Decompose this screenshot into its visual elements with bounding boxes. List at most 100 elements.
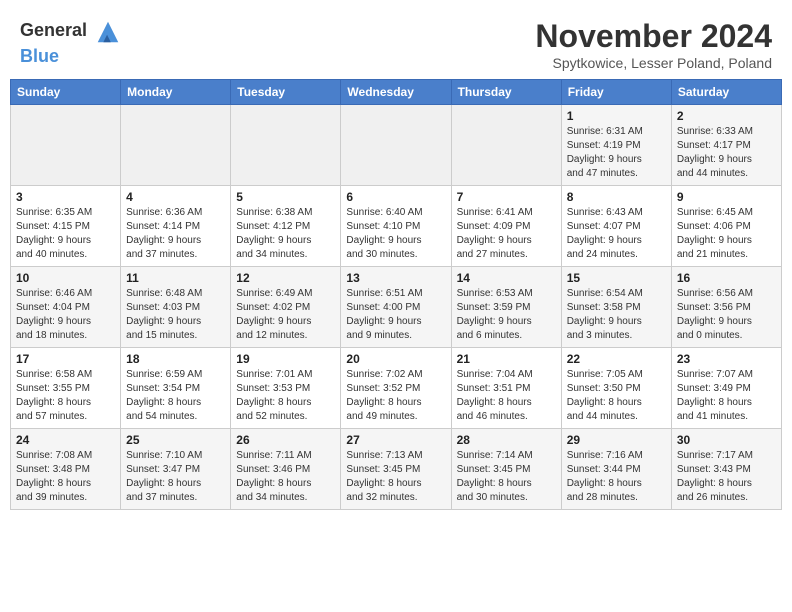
calendar-cell: 30Sunrise: 7:17 AM Sunset: 3:43 PM Dayli… [671,429,781,510]
day-number: 25 [126,433,225,447]
logo-blue: Blue [20,46,59,66]
day-info: Sunrise: 6:38 AM Sunset: 4:12 PM Dayligh… [236,206,335,262]
day-number: 29 [567,433,666,447]
day-info: Sunrise: 7:17 AM Sunset: 3:43 PM Dayligh… [677,449,776,505]
day-number: 12 [236,271,335,285]
day-number: 6 [346,190,445,204]
day-number: 19 [236,352,335,366]
logo: General Blue [20,18,122,67]
day-info: Sunrise: 7:04 AM Sunset: 3:51 PM Dayligh… [457,368,556,424]
logo-general: General [20,20,87,40]
day-number: 2 [677,109,776,123]
day-of-week-header: Friday [561,80,671,105]
calendar-cell: 27Sunrise: 7:13 AM Sunset: 3:45 PM Dayli… [341,429,451,510]
day-info: Sunrise: 6:58 AM Sunset: 3:55 PM Dayligh… [16,368,115,424]
calendar-cell: 16 Sunrise: 6:56 AM Sunset: 3:56 PM Dayli… [671,267,781,348]
day-number: 16 [677,271,776,285]
calendar-cell: 11 Sunrise: 6:48 AM Sunset: 4:03 PM Dayli… [121,267,231,348]
day-of-week-header: Monday [121,80,231,105]
day-number: 18 [126,352,225,366]
day-info: Sunrise: 6:31 AM Sunset: 4:19 PM Dayligh… [567,125,666,181]
day-number: 5 [236,190,335,204]
calendar-cell: 9Sunrise: 6:45 AM Sunset: 4:06 PM Daylig… [671,186,781,267]
day-number: 27 [346,433,445,447]
location-title: Spytkowice, Lesser Poland, Poland [535,55,772,71]
day-info: Sunrise: 6:59 AM Sunset: 3:54 PM Dayligh… [126,368,225,424]
title-area: November 2024 Spytkowice, Lesser Poland,… [535,18,772,71]
calendar-cell: 21 Sunrise: 7:04 AM Sunset: 3:51 PM Dayli… [451,348,561,429]
calendar-cell: 12 Sunrise: 6:49 AM Sunset: 4:02 PM Dayli… [231,267,341,348]
calendar-cell: 6Sunrise: 6:40 AM Sunset: 4:10 PM Daylig… [341,186,451,267]
calendar-cell [451,105,561,186]
day-info: Sunrise: 7:08 AM Sunset: 3:48 PM Dayligh… [16,449,115,505]
calendar-cell: 23 Sunrise: 7:07 AM Sunset: 3:49 PM Dayli… [671,348,781,429]
day-number: 7 [457,190,556,204]
day-info: Sunrise: 7:14 AM Sunset: 3:45 PM Dayligh… [457,449,556,505]
day-info: Sunrise: 6:48 AM Sunset: 4:03 PM Dayligh… [126,287,225,343]
day-info: Sunrise: 7:02 AM Sunset: 3:52 PM Dayligh… [346,368,445,424]
calendar-table: SundayMondayTuesdayWednesdayThursdayFrid… [10,79,782,510]
calendar-cell [341,105,451,186]
calendar-cell: 18 Sunrise: 6:59 AM Sunset: 3:54 PM Dayli… [121,348,231,429]
calendar-cell: 17 Sunrise: 6:58 AM Sunset: 3:55 PM Dayli… [11,348,121,429]
day-of-week-header: Thursday [451,80,561,105]
day-of-week-header: Sunday [11,80,121,105]
calendar-cell: 8Sunrise: 6:43 AM Sunset: 4:07 PM Daylig… [561,186,671,267]
day-number: 23 [677,352,776,366]
day-info: Sunrise: 6:49 AM Sunset: 4:02 PM Dayligh… [236,287,335,343]
day-info: Sunrise: 6:54 AM Sunset: 3:58 PM Dayligh… [567,287,666,343]
day-of-week-header: Saturday [671,80,781,105]
calendar-week-row: 24 Sunrise: 7:08 AM Sunset: 3:48 PM Dayli… [11,429,782,510]
calendar-week-row: 3Sunrise: 6:35 AM Sunset: 4:15 PM Daylig… [11,186,782,267]
day-number: 17 [16,352,115,366]
day-info: Sunrise: 7:16 AM Sunset: 3:44 PM Dayligh… [567,449,666,505]
day-number: 9 [677,190,776,204]
calendar-cell [121,105,231,186]
calendar-header-row: SundayMondayTuesdayWednesdayThursdayFrid… [11,80,782,105]
day-info: Sunrise: 6:43 AM Sunset: 4:07 PM Dayligh… [567,206,666,262]
day-info: Sunrise: 6:33 AM Sunset: 4:17 PM Dayligh… [677,125,776,181]
calendar-cell [231,105,341,186]
day-info: Sunrise: 6:56 AM Sunset: 3:56 PM Dayligh… [677,287,776,343]
day-info: Sunrise: 7:11 AM Sunset: 3:46 PM Dayligh… [236,449,335,505]
calendar-cell: 13 Sunrise: 6:51 AM Sunset: 4:00 PM Dayli… [341,267,451,348]
month-title: November 2024 [535,18,772,55]
day-of-week-header: Wednesday [341,80,451,105]
calendar-cell: 1 Sunrise: 6:31 AM Sunset: 4:19 PM Daylig… [561,105,671,186]
calendar-cell: 2 Sunrise: 6:33 AM Sunset: 4:17 PM Daylig… [671,105,781,186]
calendar-cell: 28 Sunrise: 7:14 AM Sunset: 3:45 PM Dayli… [451,429,561,510]
day-info: Sunrise: 7:07 AM Sunset: 3:49 PM Dayligh… [677,368,776,424]
day-number: 20 [346,352,445,366]
calendar-cell: 22 Sunrise: 7:05 AM Sunset: 3:50 PM Dayli… [561,348,671,429]
calendar-week-row: 10 Sunrise: 6:46 AM Sunset: 4:04 PM Dayli… [11,267,782,348]
day-number: 21 [457,352,556,366]
calendar-cell [11,105,121,186]
calendar-cell: 15Sunrise: 6:54 AM Sunset: 3:58 PM Dayli… [561,267,671,348]
day-number: 22 [567,352,666,366]
day-info: Sunrise: 6:53 AM Sunset: 3:59 PM Dayligh… [457,287,556,343]
day-number: 4 [126,190,225,204]
day-info: Sunrise: 7:01 AM Sunset: 3:53 PM Dayligh… [236,368,335,424]
day-number: 28 [457,433,556,447]
calendar-cell: 24 Sunrise: 7:08 AM Sunset: 3:48 PM Dayli… [11,429,121,510]
calendar-cell: 3Sunrise: 6:35 AM Sunset: 4:15 PM Daylig… [11,186,121,267]
calendar-cell: 14Sunrise: 6:53 AM Sunset: 3:59 PM Dayli… [451,267,561,348]
day-number: 11 [126,271,225,285]
calendar-cell: 19 Sunrise: 7:01 AM Sunset: 3:53 PM Dayli… [231,348,341,429]
calendar-cell: 20 Sunrise: 7:02 AM Sunset: 3:52 PM Dayli… [341,348,451,429]
day-number: 10 [16,271,115,285]
calendar-cell: 7Sunrise: 6:41 AM Sunset: 4:09 PM Daylig… [451,186,561,267]
calendar-cell: 10 Sunrise: 6:46 AM Sunset: 4:04 PM Dayli… [11,267,121,348]
day-info: Sunrise: 6:36 AM Sunset: 4:14 PM Dayligh… [126,206,225,262]
day-info: Sunrise: 6:35 AM Sunset: 4:15 PM Dayligh… [16,206,115,262]
day-info: Sunrise: 7:05 AM Sunset: 3:50 PM Dayligh… [567,368,666,424]
day-of-week-header: Tuesday [231,80,341,105]
calendar-cell: 25 Sunrise: 7:10 AM Sunset: 3:47 PM Dayli… [121,429,231,510]
page-header: General Blue November 2024 Spytkowice, L… [10,10,782,75]
day-info: Sunrise: 6:51 AM Sunset: 4:00 PM Dayligh… [346,287,445,343]
day-number: 1 [567,109,666,123]
day-number: 24 [16,433,115,447]
day-number: 13 [346,271,445,285]
day-info: Sunrise: 7:10 AM Sunset: 3:47 PM Dayligh… [126,449,225,505]
day-info: Sunrise: 6:46 AM Sunset: 4:04 PM Dayligh… [16,287,115,343]
